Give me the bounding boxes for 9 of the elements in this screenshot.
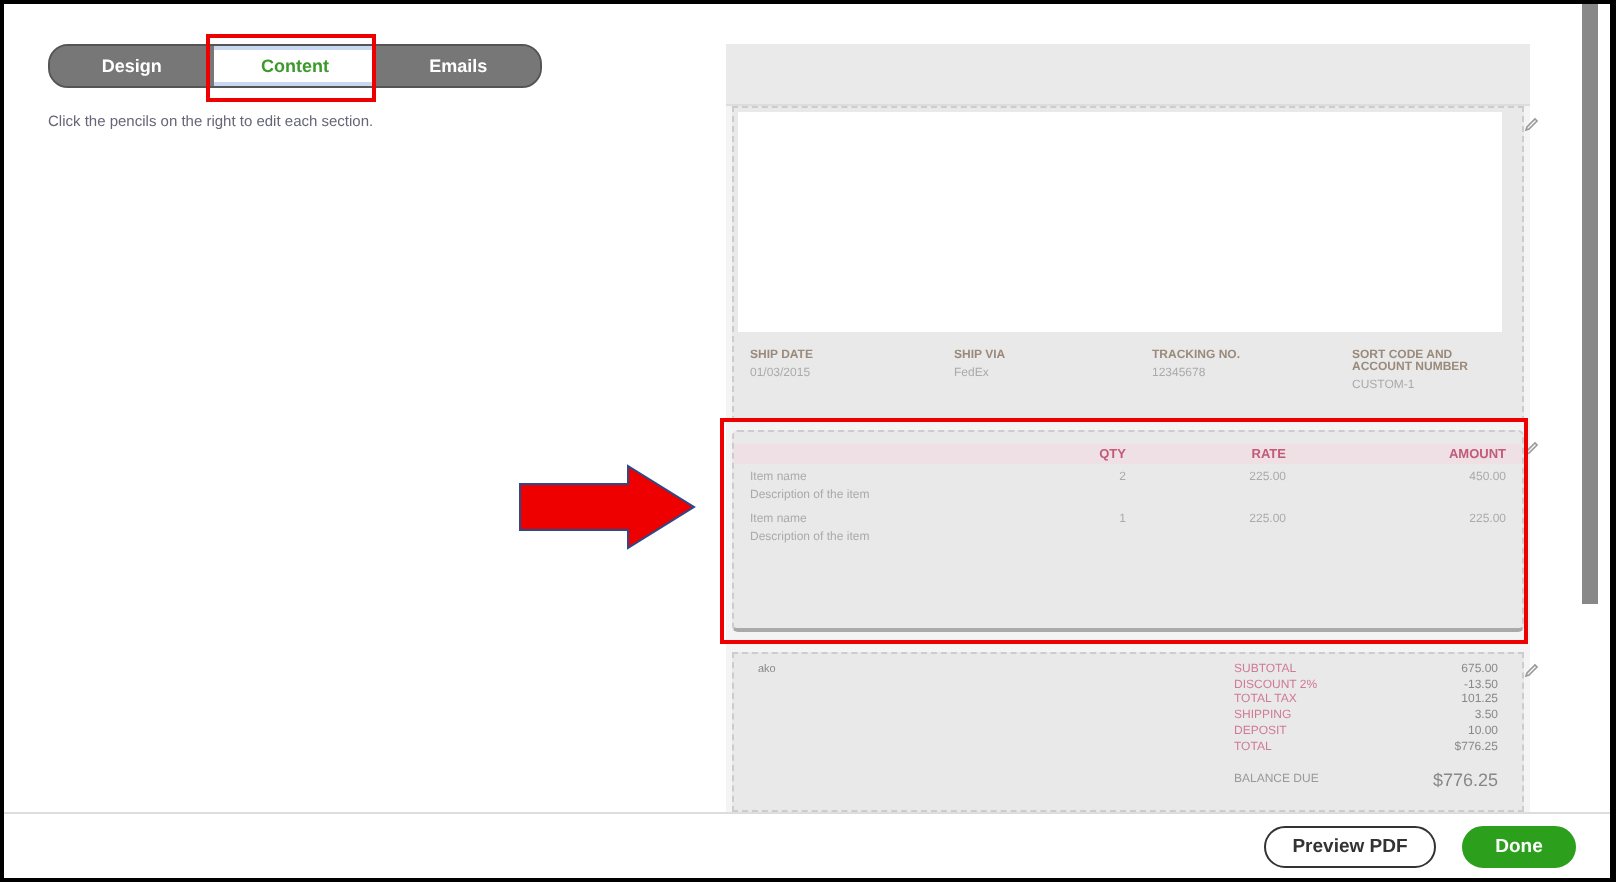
preview-button[interactable]: Preview PDF: [1264, 825, 1436, 867]
pencil-icon[interactable]: [1524, 116, 1540, 132]
pencil-icon[interactable]: [1524, 662, 1540, 678]
pencil-icon[interactable]: [1524, 440, 1540, 456]
done-button[interactable]: Done: [1462, 825, 1576, 867]
scrollbar[interactable]: [1582, 4, 1598, 604]
arrow-icon: [518, 464, 696, 550]
balance-value: $776.25: [1432, 770, 1498, 791]
tab[interactable]: Content: [213, 46, 377, 86]
